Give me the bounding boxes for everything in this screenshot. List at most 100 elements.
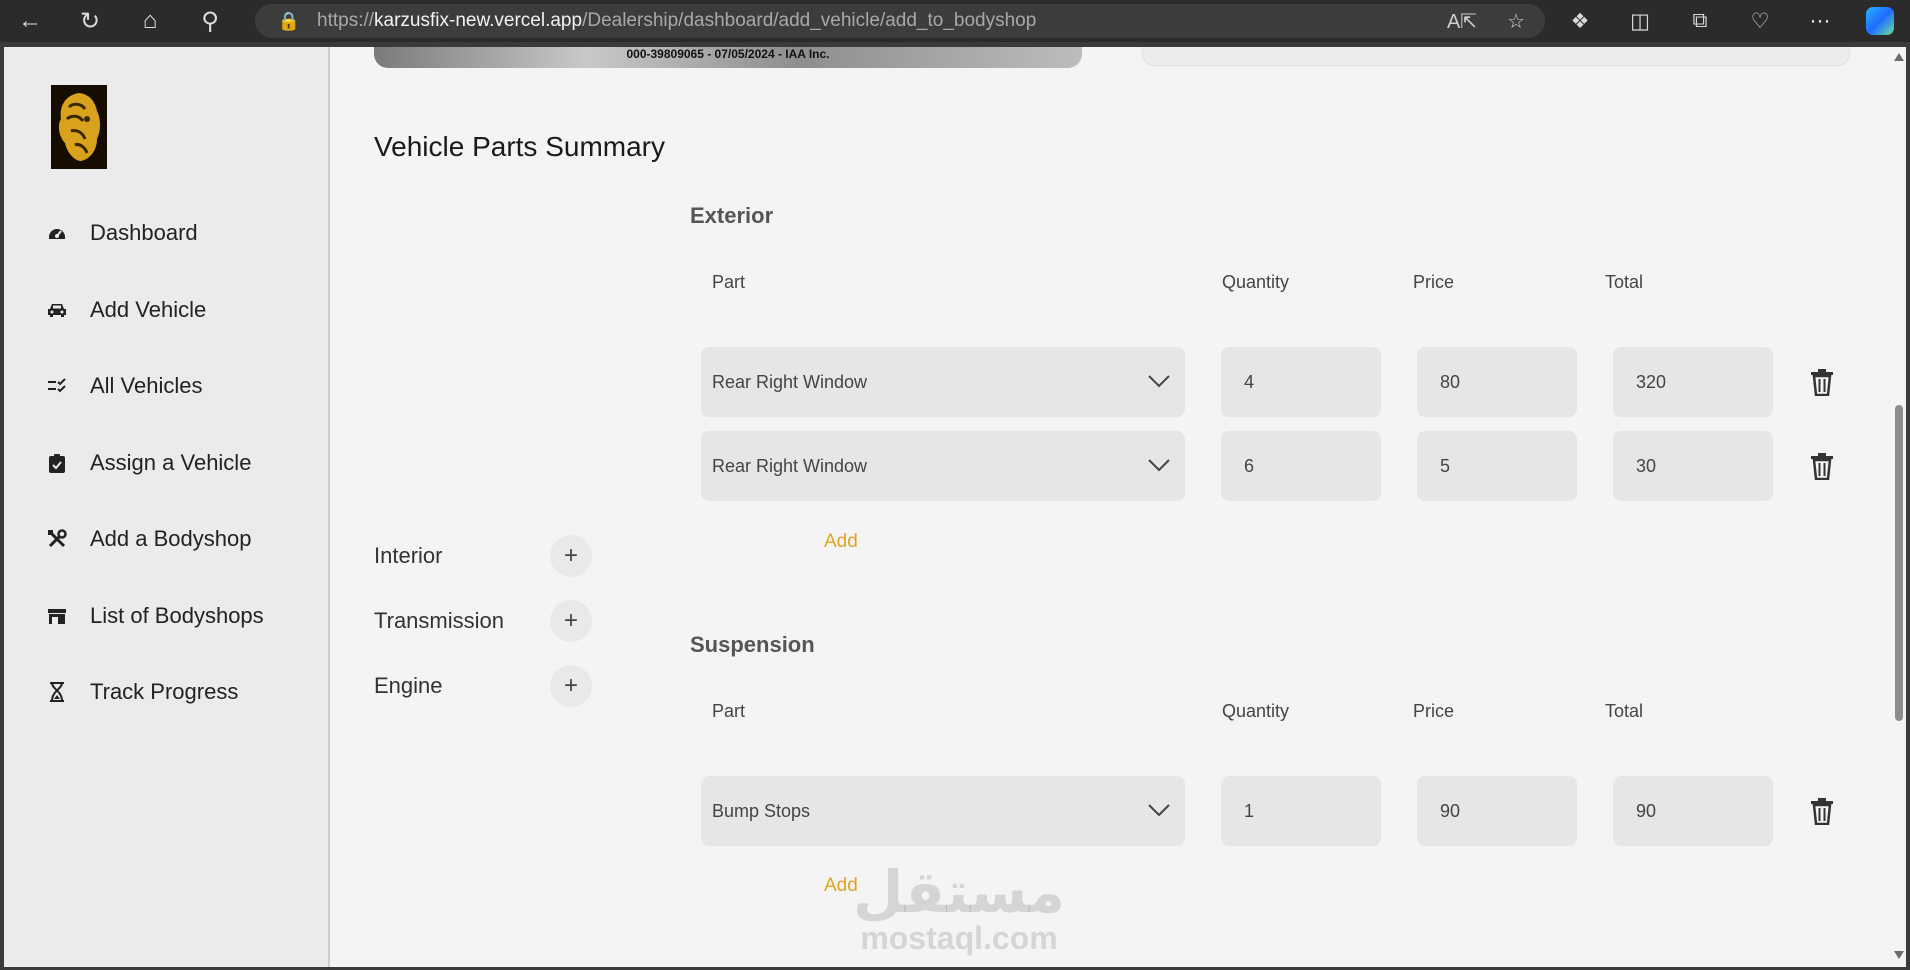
watermark-arabic: مستقل (852, 858, 1066, 926)
browser-toolbar: ← ↻ ⌂ ⚲ 🔒 https://karzusfix-new.vercel.a… (0, 0, 1910, 42)
gauge-icon (46, 222, 68, 244)
address-bar[interactable]: 🔒 https://karzusfix-new.vercel.app/Deale… (255, 4, 1545, 38)
column-header-quantity: Quantity (1222, 701, 1290, 721)
sidebar-item-label: List of Bodyshops (90, 602, 264, 628)
chevron-down-icon (1148, 375, 1170, 388)
category-label: Engine (374, 673, 443, 698)
url-text[interactable]: https://karzusfix-new.vercel.app/Dealers… (317, 10, 1036, 32)
car-icon (46, 299, 68, 321)
scrollbar-thumb[interactable] (1895, 405, 1903, 721)
quantity-field[interactable]: 4 (1221, 347, 1381, 417)
sidebar: Dashboard Add Vehicle All Vehicles Assig… (4, 47, 330, 967)
store-icon (46, 605, 68, 627)
vehicle-info-card (1142, 47, 1850, 66)
price-value: 5 (1440, 455, 1451, 476)
favorite-star-icon[interactable]: ☆ (1507, 9, 1525, 34)
sidebar-item-label: Dashboard (90, 220, 198, 246)
trash-icon[interactable] (1809, 797, 1835, 825)
lock-icon: 🔒 (277, 10, 301, 31)
total-value: 320 (1636, 371, 1667, 392)
watermark-latin: mostaql.com (860, 920, 1058, 956)
trash-icon[interactable] (1809, 452, 1835, 480)
price-field[interactable]: 90 (1417, 776, 1577, 846)
category-transmission: Transmission + (374, 600, 592, 642)
collections-icon[interactable]: ⧉ (1670, 0, 1730, 42)
watermark: مستقل mostaql.com (839, 862, 1079, 954)
expand-engine-button[interactable]: + (550, 665, 592, 707)
sidebar-item-dashboard[interactable]: Dashboard (4, 195, 328, 272)
column-header-price: Price (1413, 272, 1455, 292)
hourglass-icon (46, 681, 68, 703)
sidebar-item-label: Track Progress (90, 679, 239, 705)
chevron-down-icon (1148, 804, 1170, 817)
part-select-value: Rear Right Window (712, 455, 868, 476)
category-label: Transmission (374, 608, 504, 633)
quantity-value: 6 (1244, 455, 1255, 476)
read-aloud-icon[interactable]: A⇱ (1447, 9, 1477, 34)
part-select-value: Rear Right Window (712, 371, 868, 392)
sidebar-item-label: All Vehicles (90, 373, 203, 399)
category-label: Interior (374, 543, 443, 568)
quantity-value: 1 (1244, 800, 1255, 821)
trash-icon[interactable] (1809, 368, 1835, 396)
section-title-exterior: Exterior (690, 203, 774, 228)
part-select[interactable]: Bump Stops (701, 776, 1185, 846)
part-select-value: Bump Stops (712, 800, 811, 821)
browser-essentials-icon[interactable]: ♡ (1730, 0, 1790, 42)
price-field[interactable]: 80 (1417, 347, 1577, 417)
scroll-down-icon[interactable] (1894, 951, 1904, 959)
split-screen-icon[interactable]: ◫ (1610, 0, 1670, 42)
quantity-field[interactable]: 1 (1221, 776, 1381, 846)
sidebar-item-label: Add Vehicle (90, 296, 207, 322)
expand-transmission-button[interactable]: + (550, 600, 592, 642)
sidebar-item-assign-vehicle[interactable]: Assign a Vehicle (4, 425, 328, 502)
column-header-quantity: Quantity (1222, 272, 1290, 292)
sidebar-item-label: Assign a Vehicle (90, 449, 252, 475)
photo-caption: 000-39809065 - 07/05/2024 - IAA Inc. (626, 47, 830, 61)
column-header-total: Total (1605, 272, 1644, 292)
total-value: 30 (1636, 455, 1657, 476)
category-interior: Interior + (374, 535, 592, 577)
brand-logo[interactable] (51, 85, 107, 169)
expand-interior-button[interactable]: + (550, 535, 592, 577)
scroll-up-icon[interactable] (1894, 53, 1904, 61)
category-engine: Engine + (374, 665, 592, 707)
sidebar-item-add-bodyshop[interactable]: Add a Bodyshop (4, 501, 328, 578)
scrollbar[interactable] (1892, 47, 1906, 967)
more-menu-icon[interactable]: ⋯ (1790, 0, 1850, 42)
sidebar-item-label: Add a Bodyshop (90, 526, 252, 552)
refresh-icon[interactable]: ↻ (60, 0, 120, 42)
copilot-icon[interactable] (1850, 0, 1910, 42)
total-field[interactable]: 30 (1613, 431, 1773, 501)
total-value: 90 (1636, 800, 1657, 821)
main-content: 000-39809065 - 07/05/2024 - IAA Inc. Veh… (330, 47, 1906, 967)
total-field[interactable]: 90 (1613, 776, 1773, 846)
sidebar-item-add-vehicle[interactable]: Add Vehicle (4, 272, 328, 349)
price-value: 90 (1440, 800, 1461, 821)
part-select[interactable]: Rear Right Window (701, 347, 1185, 417)
back-icon[interactable]: ← (0, 0, 60, 42)
add-exterior-part-link[interactable]: Add (824, 531, 858, 553)
column-header-total: Total (1605, 701, 1644, 721)
part-select[interactable]: Rear Right Window (701, 431, 1185, 501)
column-header-part: Part (712, 701, 746, 721)
vehicle-photo: 000-39809065 - 07/05/2024 - IAA Inc. (374, 47, 1082, 68)
page-title: Vehicle Parts Summary (374, 131, 665, 162)
sidebar-item-list-bodyshops[interactable]: List of Bodyshops (4, 578, 328, 655)
section-title-suspension: Suspension (690, 632, 815, 657)
chevron-down-icon (1148, 459, 1170, 472)
price-field[interactable]: 5 (1417, 431, 1577, 501)
price-value: 80 (1440, 371, 1461, 392)
search-icon[interactable]: ⚲ (180, 0, 240, 42)
quantity-field[interactable]: 6 (1221, 431, 1381, 501)
list-check-icon (46, 375, 68, 397)
extensions-icon[interactable]: ❖ (1550, 0, 1610, 42)
page: Dashboard Add Vehicle All Vehicles Assig… (4, 47, 1906, 967)
column-header-price: Price (1413, 701, 1455, 721)
total-field[interactable]: 320 (1613, 347, 1773, 417)
quantity-value: 4 (1244, 371, 1255, 392)
column-header-part: Part (712, 272, 746, 292)
sidebar-item-all-vehicles[interactable]: All Vehicles (4, 348, 328, 425)
sidebar-item-track-progress[interactable]: Track Progress (4, 654, 328, 731)
home-icon[interactable]: ⌂ (120, 0, 180, 42)
